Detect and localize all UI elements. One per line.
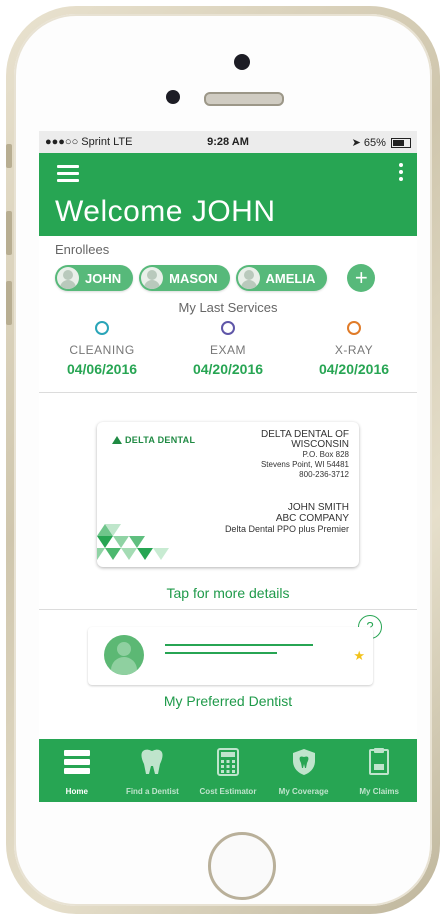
service-date: 04/20/2016 bbox=[318, 361, 390, 377]
battery-percent: 65% bbox=[363, 136, 386, 149]
bottom-tab-bar: Home Find a Dentist Cost Estimator My Co… bbox=[39, 739, 417, 802]
enrollees-section: Enrollees JOHN MASON AMELIA + bbox=[39, 236, 417, 292]
more-options-icon[interactable] bbox=[399, 163, 403, 184]
status-bar: ●●●○○ Sprint LTE 9:28 AM ➤ 65% bbox=[39, 131, 417, 153]
service-name: CLEANING bbox=[69, 343, 135, 357]
claims-document-icon bbox=[341, 747, 417, 777]
home-button[interactable] bbox=[208, 832, 276, 900]
volume-down-button bbox=[6, 281, 12, 325]
tab-label: My Coverage bbox=[278, 787, 329, 796]
find-dentist-tooth-icon bbox=[115, 747, 191, 777]
location-icon: ➤ bbox=[351, 136, 361, 149]
enrollee-chip-john[interactable]: JOHN bbox=[55, 265, 134, 291]
tab-home[interactable]: Home bbox=[39, 739, 115, 802]
carrier-city: Stevens Point, WI 54481 bbox=[260, 460, 349, 469]
preferred-dentist-card[interactable]: ★ bbox=[88, 627, 373, 685]
member-plan: Delta Dental PPO plus Premier bbox=[224, 524, 349, 534]
service-date: 04/06/2016 bbox=[66, 361, 138, 377]
tab-label: Cost Estimator bbox=[199, 787, 257, 796]
tab-label: Home bbox=[65, 787, 88, 796]
battery-icon bbox=[391, 137, 411, 148]
delta-dental-logo: DELTA DENTAL bbox=[112, 435, 195, 445]
cleaning-status-icon bbox=[95, 321, 109, 335]
xray-status-icon bbox=[347, 321, 361, 335]
service-name: EXAM bbox=[209, 343, 246, 357]
enrollee-name: AMELIA bbox=[265, 270, 316, 286]
last-services-label: My Last Services bbox=[178, 300, 278, 315]
enrollee-chip-amelia[interactable]: AMELIA bbox=[235, 265, 328, 291]
logo-text: DELTA DENTAL bbox=[125, 435, 196, 445]
services-list: CLEANING 04/06/2016 EXAM 04/20/2016 X-RA… bbox=[39, 319, 417, 377]
member-company: ABC COMPANY bbox=[275, 513, 349, 524]
proximity-sensor bbox=[166, 90, 180, 104]
volume-up-button bbox=[6, 211, 12, 255]
enrollee-chip-mason[interactable]: MASON bbox=[139, 265, 230, 291]
enrollee-name: JOHN bbox=[85, 270, 122, 286]
card-triangle-pattern bbox=[97, 524, 169, 560]
app-header: Welcome JOHN bbox=[39, 153, 417, 236]
tab-cost-estimator[interactable]: Cost Estimator bbox=[190, 739, 266, 802]
tab-my-coverage[interactable]: My Coverage bbox=[266, 739, 342, 802]
clock: 9:28 AM bbox=[207, 136, 249, 148]
tab-label: My Claims bbox=[359, 787, 399, 796]
carrier-name-line2: WISCONSIN bbox=[291, 439, 349, 450]
section-divider bbox=[39, 609, 417, 610]
dentist-avatar-icon bbox=[104, 635, 144, 675]
avatar-icon bbox=[141, 267, 164, 289]
logo-triangle-icon bbox=[112, 436, 122, 444]
tab-find-a-dentist[interactable]: Find a Dentist bbox=[115, 739, 191, 802]
preferred-dentist-label[interactable]: My Preferred Dentist bbox=[39, 693, 417, 709]
add-enrollee-button[interactable]: + bbox=[347, 264, 376, 292]
tab-label: Find a Dentist bbox=[125, 787, 179, 796]
app-screen: ●●●○○ Sprint LTE 9:28 AM ➤ 65% Welcome J… bbox=[39, 131, 417, 802]
avatar-icon bbox=[237, 267, 260, 289]
tap-for-details-link[interactable]: Tap for more details bbox=[39, 585, 417, 601]
home-tab-icon bbox=[39, 747, 115, 777]
service-date: 04/20/2016 bbox=[192, 361, 264, 377]
calculator-icon bbox=[190, 747, 266, 777]
service-name: X-RAY bbox=[334, 343, 374, 357]
service-exam[interactable]: EXAM 04/20/2016 bbox=[165, 319, 291, 377]
carrier-po-box: P.O. Box 828 bbox=[302, 450, 349, 459]
service-xray[interactable]: X-RAY 04/20/2016 bbox=[291, 319, 417, 377]
shield-icon bbox=[266, 747, 342, 777]
tab-my-claims[interactable]: My Claims bbox=[341, 739, 417, 802]
member-name: JOHN SMITH bbox=[287, 502, 349, 513]
dentist-name-placeholder bbox=[165, 644, 313, 646]
menu-icon[interactable] bbox=[57, 165, 79, 182]
card-carrier-info: DELTA DENTAL OF WISCONSIN P.O. Box 828 S… bbox=[261, 430, 349, 480]
carrier-label: ●●●○○ Sprint LTE bbox=[45, 136, 133, 148]
page-title: Welcome JOHN bbox=[55, 195, 276, 228]
favorite-star-icon[interactable]: ★ bbox=[353, 648, 365, 664]
carrier-phone: 800-236-3712 bbox=[299, 470, 349, 479]
enrollees-label: Enrollees bbox=[55, 242, 110, 257]
section-divider bbox=[39, 392, 417, 393]
enrollee-chips: JOHN MASON AMELIA + bbox=[55, 264, 417, 292]
card-member-info: JOHN SMITH ABC COMPANY Delta Dental PPO … bbox=[225, 502, 349, 535]
service-cleaning[interactable]: CLEANING 04/06/2016 bbox=[39, 319, 165, 377]
exam-status-icon bbox=[221, 321, 235, 335]
earpiece-speaker bbox=[204, 92, 284, 106]
mute-switch bbox=[6, 144, 12, 168]
enrollee-name: MASON bbox=[169, 270, 218, 286]
status-right: ➤ 65% bbox=[289, 136, 411, 149]
front-camera bbox=[234, 54, 250, 70]
member-id-card[interactable]: DELTA DENTAL DELTA DENTAL OF WISCONSIN P… bbox=[97, 422, 359, 567]
dentist-address-placeholder bbox=[165, 652, 277, 654]
avatar-icon bbox=[57, 267, 79, 289]
